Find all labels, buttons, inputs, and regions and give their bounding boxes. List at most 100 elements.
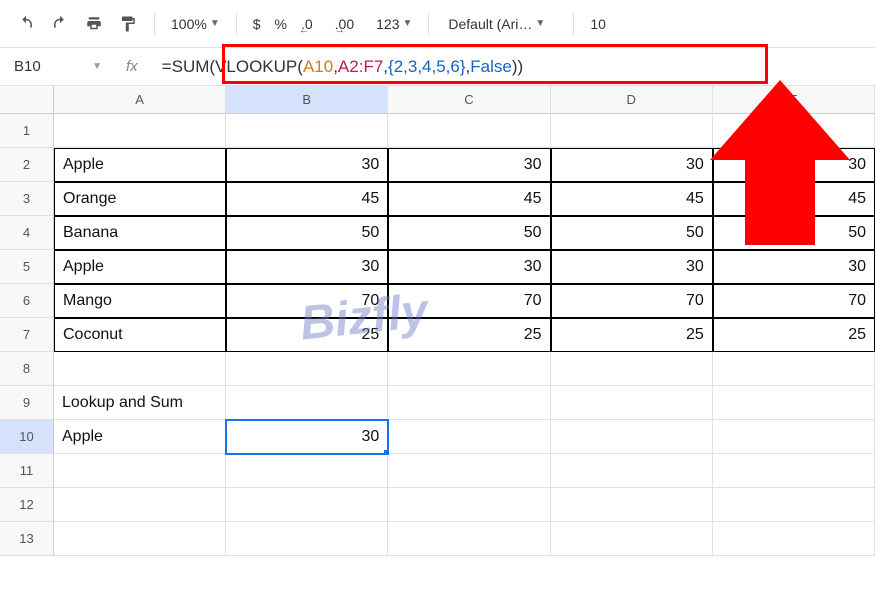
cell-E9[interactable] bbox=[713, 386, 875, 420]
cell-D12[interactable] bbox=[551, 488, 713, 522]
cell-A10[interactable]: Apple bbox=[54, 420, 226, 454]
cell-A6[interactable]: Mango bbox=[54, 284, 226, 318]
cell-C6[interactable]: 70 bbox=[388, 284, 550, 318]
cell-E6[interactable]: 70 bbox=[713, 284, 875, 318]
number-format-dropdown[interactable]: 123 ▼ bbox=[372, 16, 416, 32]
column-header-A[interactable]: A bbox=[54, 86, 226, 114]
cell-D2[interactable]: 30 bbox=[551, 148, 713, 182]
cell-B7[interactable]: 25 bbox=[226, 318, 388, 352]
cell-E2[interactable]: 30 bbox=[713, 148, 875, 182]
undo-button[interactable] bbox=[12, 10, 40, 38]
decrease-decimal-button[interactable]: .0 ← bbox=[297, 16, 317, 32]
grid[interactable]: ABCDE Apple30303030Orange45454545Banana5… bbox=[54, 86, 875, 556]
cell-D1[interactable] bbox=[551, 114, 713, 148]
increase-decimal-button[interactable]: .00 → bbox=[331, 16, 358, 32]
formula-prefix: =SUM bbox=[162, 57, 210, 77]
cell-D8[interactable] bbox=[551, 352, 713, 386]
cell-E5[interactable]: 30 bbox=[713, 250, 875, 284]
cell-C7[interactable]: 25 bbox=[388, 318, 550, 352]
cell-C2[interactable]: 30 bbox=[388, 148, 550, 182]
column-header-D[interactable]: D bbox=[551, 86, 713, 114]
cell-E12[interactable] bbox=[713, 488, 875, 522]
cell-E3[interactable]: 45 bbox=[713, 182, 875, 216]
cell-A12[interactable] bbox=[54, 488, 226, 522]
cell-D11[interactable] bbox=[551, 454, 713, 488]
cell-A4[interactable]: Banana bbox=[54, 216, 226, 250]
cell-C11[interactable] bbox=[388, 454, 550, 488]
zoom-dropdown[interactable]: 100% ▼ bbox=[167, 16, 224, 32]
row-header-2[interactable]: 2 bbox=[0, 148, 54, 182]
paint-format-button[interactable] bbox=[114, 10, 142, 38]
cell-D5[interactable]: 30 bbox=[551, 250, 713, 284]
cell-C5[interactable]: 30 bbox=[388, 250, 550, 284]
cell-B6[interactable]: 70 bbox=[226, 284, 388, 318]
font-size-input[interactable]: 10 bbox=[586, 16, 626, 32]
cell-E13[interactable] bbox=[713, 522, 875, 556]
cell-D6[interactable]: 70 bbox=[551, 284, 713, 318]
cell-C12[interactable] bbox=[388, 488, 550, 522]
cell-B4[interactable]: 50 bbox=[226, 216, 388, 250]
cell-D9[interactable] bbox=[551, 386, 713, 420]
cell-B9[interactable] bbox=[226, 386, 388, 420]
cell-B3[interactable]: 45 bbox=[226, 182, 388, 216]
row-header-4[interactable]: 4 bbox=[0, 216, 54, 250]
row-header-11[interactable]: 11 bbox=[0, 454, 54, 488]
cell-D7[interactable]: 25 bbox=[551, 318, 713, 352]
row-header-12[interactable]: 12 bbox=[0, 488, 54, 522]
cell-B1[interactable] bbox=[226, 114, 388, 148]
cell-B8[interactable] bbox=[226, 352, 388, 386]
cell-A5[interactable]: Apple bbox=[54, 250, 226, 284]
cell-C1[interactable] bbox=[388, 114, 550, 148]
cell-D4[interactable]: 50 bbox=[551, 216, 713, 250]
cell-D10[interactable] bbox=[551, 420, 713, 454]
row-header-1[interactable]: 1 bbox=[0, 114, 54, 148]
cell-C3[interactable]: 45 bbox=[388, 182, 550, 216]
cell-E8[interactable] bbox=[713, 352, 875, 386]
cell-B11[interactable] bbox=[226, 454, 388, 488]
cell-B13[interactable] bbox=[226, 522, 388, 556]
cell-D13[interactable] bbox=[551, 522, 713, 556]
cell-C13[interactable] bbox=[388, 522, 550, 556]
cell-E4[interactable]: 50 bbox=[713, 216, 875, 250]
cell-E11[interactable] bbox=[713, 454, 875, 488]
cell-D3[interactable]: 45 bbox=[551, 182, 713, 216]
name-box[interactable]: B10 ▼ bbox=[10, 54, 110, 80]
column-header-E[interactable]: E bbox=[713, 86, 875, 114]
cell-E7[interactable]: 25 bbox=[713, 318, 875, 352]
row-header-5[interactable]: 5 bbox=[0, 250, 54, 284]
cell-B10[interactable]: 30 bbox=[226, 420, 388, 454]
cell-C4[interactable]: 50 bbox=[388, 216, 550, 250]
currency-button[interactable]: $ bbox=[249, 16, 265, 32]
cell-A8[interactable] bbox=[54, 352, 226, 386]
row-header-7[interactable]: 7 bbox=[0, 318, 54, 352]
cell-E1[interactable] bbox=[713, 114, 875, 148]
row-header-9[interactable]: 9 bbox=[0, 386, 54, 420]
cell-C9[interactable] bbox=[388, 386, 550, 420]
percent-button[interactable]: % bbox=[271, 16, 291, 32]
cell-A9[interactable]: Lookup and Sum bbox=[54, 386, 226, 420]
cell-A2[interactable]: Apple bbox=[54, 148, 226, 182]
column-header-B[interactable]: B bbox=[226, 86, 388, 114]
redo-button[interactable] bbox=[46, 10, 74, 38]
row-header-13[interactable]: 13 bbox=[0, 522, 54, 556]
cell-B5[interactable]: 30 bbox=[226, 250, 388, 284]
column-header-C[interactable]: C bbox=[388, 86, 550, 114]
cell-A7[interactable]: Coconut bbox=[54, 318, 226, 352]
cell-A13[interactable] bbox=[54, 522, 226, 556]
font-dropdown[interactable]: Default (Ari… ▼ bbox=[441, 12, 561, 36]
cell-B2[interactable]: 30 bbox=[226, 148, 388, 182]
row-header-6[interactable]: 6 bbox=[0, 284, 54, 318]
formula-bar[interactable]: =SUM(VLOOKUP(A10,A2:F7,{2,3,4,5,6},False… bbox=[154, 52, 875, 82]
select-all-corner[interactable] bbox=[0, 86, 54, 114]
cell-A1[interactable] bbox=[54, 114, 226, 148]
cell-E10[interactable] bbox=[713, 420, 875, 454]
cell-C10[interactable] bbox=[388, 420, 550, 454]
print-button[interactable] bbox=[80, 10, 108, 38]
cell-A3[interactable]: Orange bbox=[54, 182, 226, 216]
cell-C8[interactable] bbox=[388, 352, 550, 386]
row-header-10[interactable]: 10 bbox=[0, 420, 54, 454]
cell-B12[interactable] bbox=[226, 488, 388, 522]
row-header-3[interactable]: 3 bbox=[0, 182, 54, 216]
cell-A11[interactable] bbox=[54, 454, 226, 488]
row-header-8[interactable]: 8 bbox=[0, 352, 54, 386]
